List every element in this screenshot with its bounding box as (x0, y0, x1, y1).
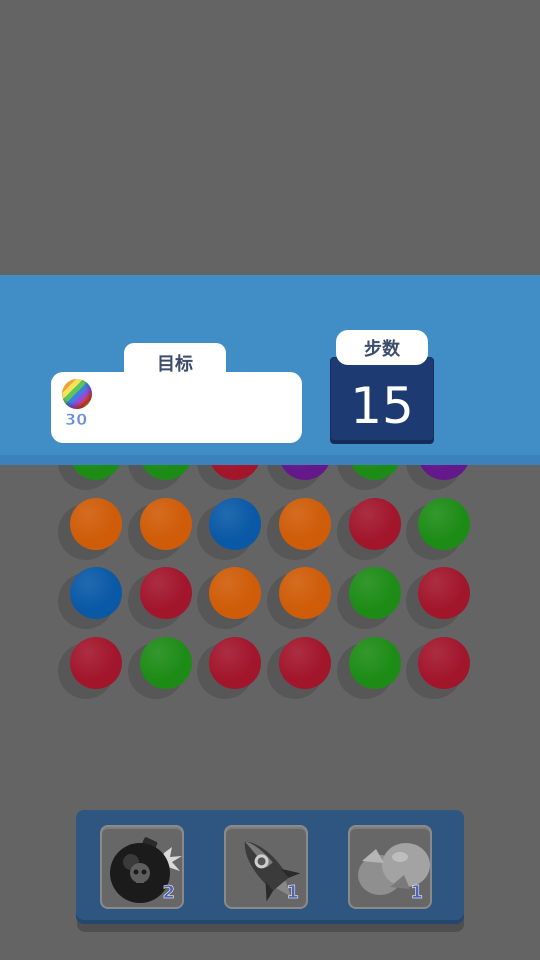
rainbow-ball-icon (62, 379, 92, 409)
red-ball[interactable] (209, 637, 261, 689)
blue-ball[interactable] (70, 567, 122, 619)
booster-count: 1 (286, 882, 299, 904)
banner-edge (0, 455, 540, 465)
green-ball[interactable] (349, 637, 401, 689)
red-ball[interactable] (279, 637, 331, 689)
green-ball[interactable] (349, 567, 401, 619)
bomb-booster-button[interactable]: 2 (100, 825, 184, 909)
booster-toolbar: 2 1 1 (76, 810, 464, 924)
orange-ball[interactable] (209, 567, 261, 619)
blue-ball[interactable] (209, 498, 261, 550)
red-ball[interactable] (418, 567, 470, 619)
red-ball[interactable] (70, 637, 122, 689)
moves-label: 步数 (336, 330, 428, 365)
red-ball[interactable] (140, 567, 192, 619)
hammer-booster-button[interactable]: 1 (348, 825, 432, 909)
orange-ball[interactable] (140, 498, 192, 550)
rocket-booster-button[interactable]: 1 (224, 825, 308, 909)
booster-count: 2 (162, 882, 175, 904)
orange-ball[interactable] (70, 498, 122, 550)
goal-count: 30 (65, 410, 88, 430)
green-ball[interactable] (418, 498, 470, 550)
red-ball[interactable] (418, 637, 470, 689)
booster-count: 1 (410, 882, 423, 904)
goal-panel: 30 (51, 372, 302, 443)
orange-ball[interactable] (279, 498, 331, 550)
moves-counter: 15 (330, 357, 434, 444)
green-ball[interactable] (140, 637, 192, 689)
red-ball[interactable] (349, 498, 401, 550)
orange-ball[interactable] (279, 567, 331, 619)
